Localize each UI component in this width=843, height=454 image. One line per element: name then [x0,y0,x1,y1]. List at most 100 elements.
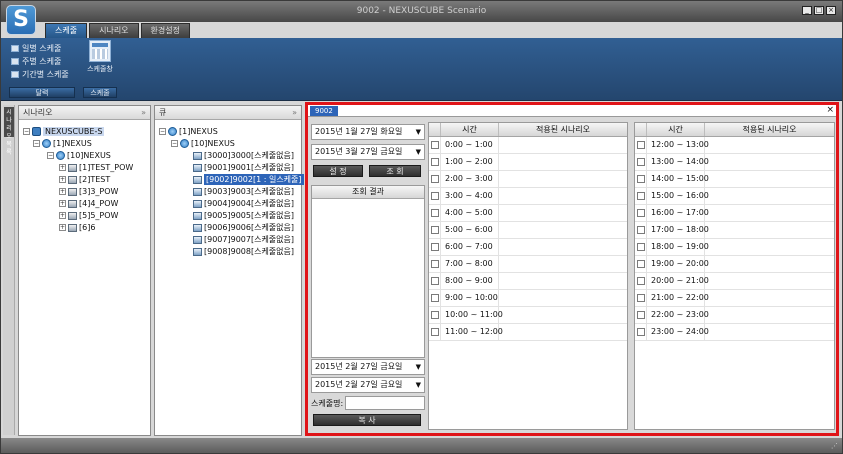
tree-leaf[interactable]: + [2]TEST [59,174,110,185]
collapse-icon[interactable]: − [33,140,40,147]
row-checkbox[interactable] [636,192,645,200]
queue-item-selected[interactable]: [9002]9002[1 : 일스케줄] [193,174,304,185]
panel-pin-icon[interactable]: » [292,106,297,119]
row-checkbox[interactable] [636,328,645,336]
applied-scenario-cell[interactable] [705,205,834,221]
applied-scenario-cell[interactable] [499,324,627,340]
row-checkbox[interactable] [636,226,645,234]
time-slot-row[interactable]: 0:00 ~ 1:00 [429,137,627,154]
queue-item[interactable]: [9003]9003[스케줄없음] [193,186,294,197]
row-checkbox[interactable] [430,192,439,200]
queue-item[interactable]: [3000]3000[스케줄없음] [193,150,294,161]
close-button[interactable]: × [826,6,836,15]
applied-scenario-cell[interactable] [705,222,834,238]
row-checkbox[interactable] [430,294,439,302]
results-list[interactable]: 조회 결과 [311,185,425,358]
row-checkbox[interactable] [636,277,645,285]
collapse-icon[interactable]: − [159,128,166,135]
time-slot-row[interactable]: 5:00 ~ 6:00 [429,222,627,239]
row-checkbox[interactable] [430,141,439,149]
applied-scenario-cell[interactable] [705,307,834,323]
collapse-icon[interactable]: − [47,152,54,159]
minimize-button[interactable]: _ [802,6,812,15]
tree-leaf[interactable]: + [5]5_POW [59,210,118,221]
row-checkbox[interactable] [430,260,439,268]
time-slot-row[interactable]: 4:00 ~ 5:00 [429,205,627,222]
queue-item[interactable]: [9008]9008[스케줄없음] [193,246,294,257]
applied-scenario-cell[interactable] [499,290,627,306]
row-checkbox[interactable] [636,311,645,319]
applied-scenario-cell[interactable] [499,239,627,255]
applied-scenario-cell[interactable] [705,273,834,289]
tab-scenario[interactable]: 시나리오 [89,23,139,38]
time-slot-row[interactable]: 13:00 ~ 14:00 [635,154,834,171]
applied-scenario-cell[interactable] [499,273,627,289]
time-slot-row[interactable]: 2:00 ~ 3:00 [429,171,627,188]
time-slot-row[interactable]: 17:00 ~ 18:00 [635,222,834,239]
applied-scenario-cell[interactable] [705,256,834,272]
tree-node[interactable]: − [1]NEXUS [33,138,92,149]
applied-scenario-cell[interactable] [705,188,834,204]
chevron-down-icon[interactable]: ▼ [416,360,421,374]
applied-scenario-cell[interactable] [499,154,627,170]
applied-scenario-cell[interactable] [705,171,834,187]
time-slot-row[interactable]: 1:00 ~ 2:00 [429,154,627,171]
queue-tree-node[interactable]: − [1]NEXUS [159,126,218,137]
row-checkbox[interactable] [430,328,439,336]
tab-schedule[interactable]: 스케줄 [45,23,88,38]
applied-scenario-cell[interactable] [499,188,627,204]
row-checkbox[interactable] [430,175,439,183]
tab-queue-9002[interactable]: 9002 [310,106,338,116]
applied-scenario-cell[interactable] [705,239,834,255]
daily-schedule-button[interactable]: 일별 스케줄 [11,42,69,55]
time-slot-row[interactable]: 20:00 ~ 21:00 [635,273,834,290]
query-button[interactable]: 조 회 [369,165,421,177]
copy-date-from-select[interactable]: 2015년 2월 27일 금요일 ▼ [311,359,425,375]
row-checkbox[interactable] [430,158,439,166]
applied-scenario-cell[interactable] [499,171,627,187]
copy-button[interactable]: 복 사 [313,414,421,426]
row-checkbox[interactable] [636,209,645,217]
tree-leaf[interactable]: + [1]TEST_POW [59,162,133,173]
expand-icon[interactable]: + [59,188,66,195]
applied-scenario-cell[interactable] [499,205,627,221]
tree-leaf[interactable]: + [3]3_POW [59,186,118,197]
time-slot-row[interactable]: 21:00 ~ 22:00 [635,290,834,307]
expand-icon[interactable]: + [59,164,66,171]
queue-item[interactable]: [9005]9005[스케줄없음] [193,210,294,221]
schedule-window-button[interactable]: 스케줄창 [83,40,117,74]
row-checkbox[interactable] [636,294,645,302]
expand-icon[interactable]: + [59,176,66,183]
row-checkbox[interactable] [430,226,439,234]
time-slot-row[interactable]: 11:00 ~ 12:00 [429,324,627,341]
time-slot-row[interactable]: 19:00 ~ 20:00 [635,256,834,273]
time-slot-row[interactable]: 12:00 ~ 13:00 [635,137,834,154]
chevron-down-icon[interactable]: ▼ [416,125,421,139]
row-checkbox[interactable] [636,141,645,149]
applied-scenario-cell[interactable] [705,137,834,153]
time-slot-row[interactable]: 8:00 ~ 9:00 [429,273,627,290]
app-logo-icon[interactable]: S [6,5,36,35]
row-checkbox[interactable] [430,277,439,285]
row-checkbox[interactable] [430,311,439,319]
tab-settings[interactable]: 환경설정 [140,23,190,38]
row-checkbox[interactable] [636,175,645,183]
collapse-icon[interactable]: − [171,140,178,147]
tree-leaf[interactable]: + [6]6 [59,222,95,233]
expand-icon[interactable]: + [59,212,66,219]
time-slot-row[interactable]: 22:00 ~ 23:00 [635,307,834,324]
time-slot-row[interactable]: 16:00 ~ 17:00 [635,205,834,222]
time-slot-row[interactable]: 23:00 ~ 24:00 [635,324,834,341]
copy-date-to-select[interactable]: 2015년 2월 27일 금요일 ▼ [311,377,425,393]
collapse-icon[interactable]: − [23,128,30,135]
queue-item[interactable]: [9001]9001[스케줄없음] [193,162,294,173]
row-checkbox[interactable] [430,243,439,251]
row-checkbox[interactable] [636,158,645,166]
tree-node[interactable]: − [10]NEXUS [47,150,111,161]
resize-grip-icon[interactable]: ⋰ [831,442,838,450]
time-slot-row[interactable]: 9:00 ~ 10:00 [429,290,627,307]
schedule-name-input[interactable] [345,396,425,410]
period-schedule-button[interactable]: 기간별 스케줄 [11,68,69,81]
chevron-down-icon[interactable]: ▼ [416,378,421,392]
applied-scenario-cell[interactable] [705,290,834,306]
